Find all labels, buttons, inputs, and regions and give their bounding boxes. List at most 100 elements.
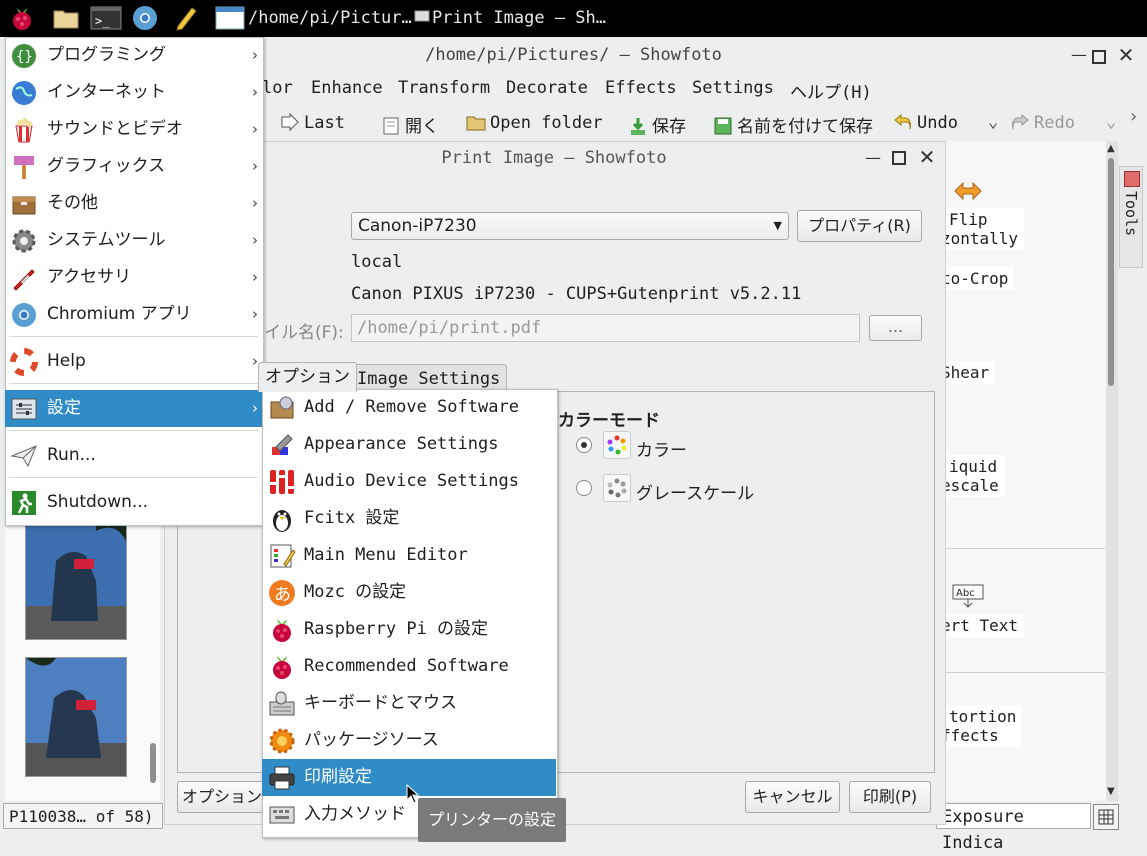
menu-color[interactable]: lor [262, 78, 293, 98]
pencil-icon[interactable] [172, 4, 200, 32]
svg-text:>_: >_ [95, 14, 110, 28]
menu-editor-icon [270, 544, 296, 568]
grid-icon[interactable] [1093, 804, 1119, 830]
menu-item-system-tools[interactable]: システムツール › [5, 222, 262, 259]
svg-text:Abc: Abc [956, 588, 975, 599]
menu-item-graphics[interactable]: グラフィックス › [5, 148, 262, 185]
tools-tab-label: Tools [1122, 191, 1140, 237]
undo-dropdown-icon[interactable]: ⌄ [988, 112, 998, 132]
menu-decorate[interactable]: Decorate [506, 78, 588, 98]
submenu-main-menu-editor[interactable]: Main Menu Editor [262, 537, 556, 574]
menu-item-internet[interactable]: インターネット › [5, 74, 262, 111]
redo-button[interactable]: Redo [1010, 112, 1075, 133]
dialog-close-icon[interactable]: ✕ [918, 147, 936, 167]
submenu-recommended-software[interactable]: Recommended Software [262, 648, 556, 685]
menu-enhance[interactable]: Enhance [311, 78, 383, 98]
file-path-input[interactable]: /home/pi/print.pdf [351, 314, 860, 342]
chevron-right-icon: › [252, 46, 258, 64]
cancel-button[interactable]: キャンセル [745, 781, 840, 813]
keyboard-mouse-icon [269, 691, 295, 716]
thumbnail-scrollbar-thumb[interactable] [150, 743, 156, 783]
terminal-icon[interactable]: >_ [90, 4, 122, 32]
print-button[interactable]: 印刷(P) [849, 781, 931, 813]
submenu-package-sources[interactable]: パッケージソース [262, 722, 556, 759]
menu-item-programming[interactable]: {} プログラミング › [5, 37, 262, 74]
tool-insert-text[interactable]: ert Text [935, 614, 1025, 637]
menu-item-accessories[interactable]: アクセサリ › [5, 259, 262, 296]
color-radio[interactable] [576, 437, 592, 453]
raspberry-menu-icon[interactable] [8, 4, 36, 32]
scroll-up-icon[interactable]: ▲ [1107, 143, 1115, 154]
file-manager-icon[interactable] [52, 4, 80, 32]
last-icon [281, 112, 299, 132]
dialog-maximize-icon[interactable] [892, 151, 906, 165]
tools-divider [938, 672, 1105, 673]
browse-button[interactable]: ... [869, 315, 922, 341]
submenu-add-remove-software[interactable]: Add / Remove Software [262, 389, 556, 426]
print-dialog-title: Print Image — Showfoto [441, 148, 667, 168]
menu-item-run[interactable]: Run... [5, 437, 262, 474]
tab-options[interactable]: オプション [258, 362, 357, 392]
chevron-right-icon: › [252, 305, 258, 323]
close-icon[interactable]: ✕ [1117, 45, 1135, 65]
maximize-icon[interactable] [1092, 50, 1106, 64]
tool-flip-horizontally[interactable]: Flip zontally [935, 208, 1025, 250]
save-button[interactable]: 保存 [628, 112, 686, 137]
menu-item-help[interactable]: Help › [5, 343, 262, 380]
task-print-image[interactable]: Print Image — Sh… [432, 4, 606, 32]
last-button[interactable]: Last [280, 112, 345, 133]
tab-image-settings[interactable]: Image Settings [350, 364, 508, 392]
submenu-keyboard-mouse[interactable]: キーボードとマウス [262, 685, 556, 722]
save-as-button[interactable]: 名前を付けて保存 [713, 112, 873, 137]
submenu-appearance-settings[interactable]: Appearance Settings [262, 426, 556, 463]
menu-item-chromium-apps[interactable]: Chromium アプリ › [5, 296, 262, 333]
penguin-icon [273, 510, 291, 532]
raspberry-icon [273, 619, 291, 642]
window-icon[interactable] [215, 4, 245, 32]
mozc-icon: あ [269, 580, 295, 606]
grayscale-radio[interactable] [576, 480, 592, 496]
submenu-raspberry-pi-settings[interactable]: Raspberry Pi の設定 [262, 611, 556, 648]
redo-dropdown-icon[interactable]: ⌄ [1106, 112, 1116, 132]
thumbnail-image[interactable] [25, 657, 127, 777]
chevron-right-icon: › [252, 157, 258, 175]
tools-scrollbar-thumb[interactable] [1108, 158, 1114, 386]
audio-mixer-icon [269, 470, 295, 494]
thumbnail-image[interactable] [25, 520, 127, 640]
menu-help[interactable]: ヘルプ(H) [790, 78, 872, 103]
menu-item-sound-video[interactable]: サウンドとビデオ › [5, 111, 262, 148]
redo-icon [1012, 113, 1029, 130]
scroll-down-icon[interactable]: ▼ [1107, 786, 1115, 797]
open-button[interactable]: 開く [381, 112, 439, 137]
folder-open-icon [466, 116, 486, 131]
tools-sidebar-tab[interactable]: Tools [1119, 166, 1143, 268]
menu-item-other[interactable]: その他 › [5, 185, 262, 222]
menu-effects[interactable]: Effects [605, 78, 677, 98]
minimize-icon[interactable]: — [1070, 46, 1088, 64]
braces-icon: {} [12, 44, 36, 68]
menu-transform[interactable]: Transform [398, 78, 490, 98]
paint-icon [14, 156, 34, 179]
lifebuoy-icon [10, 348, 38, 376]
chromium-icon[interactable] [131, 4, 159, 32]
tools-divider [938, 548, 1105, 549]
menu-item-settings[interactable]: 設定 › [5, 390, 262, 427]
tool-auto-crop[interactable]: to-Crop [935, 267, 1015, 290]
open-folder-button[interactable]: Open folder [466, 112, 603, 133]
undo-button[interactable]: Undo [893, 112, 958, 133]
toolbar-overflow-icon[interactable]: › [1128, 106, 1139, 127]
tool-distortion-effects[interactable]: tortion ffects [935, 705, 1023, 747]
menu-separator [9, 477, 258, 478]
submenu-mozc-settings[interactable]: あ Mozc の設定 [262, 574, 556, 611]
submenu-fcitx-settings[interactable]: Fcitx 設定 [262, 500, 556, 537]
task-showfoto[interactable]: /home/pi/Pictur… [248, 4, 412, 32]
options-button[interactable]: オプション [177, 781, 267, 813]
printer-select[interactable]: Canon-iP7230 ▼ [351, 212, 789, 240]
menu-item-shutdown[interactable]: Shutdown... [5, 484, 262, 521]
dialog-minimize-icon[interactable]: — [864, 149, 882, 167]
menu-settings[interactable]: Settings [692, 78, 774, 98]
properties-button[interactable]: プロパティ(R) [797, 210, 922, 242]
grayscale-option-label: グレースケール [636, 484, 755, 504]
submenu-audio-device-settings[interactable]: Audio Device Settings [262, 463, 556, 500]
popcorn-icon [15, 118, 33, 143]
